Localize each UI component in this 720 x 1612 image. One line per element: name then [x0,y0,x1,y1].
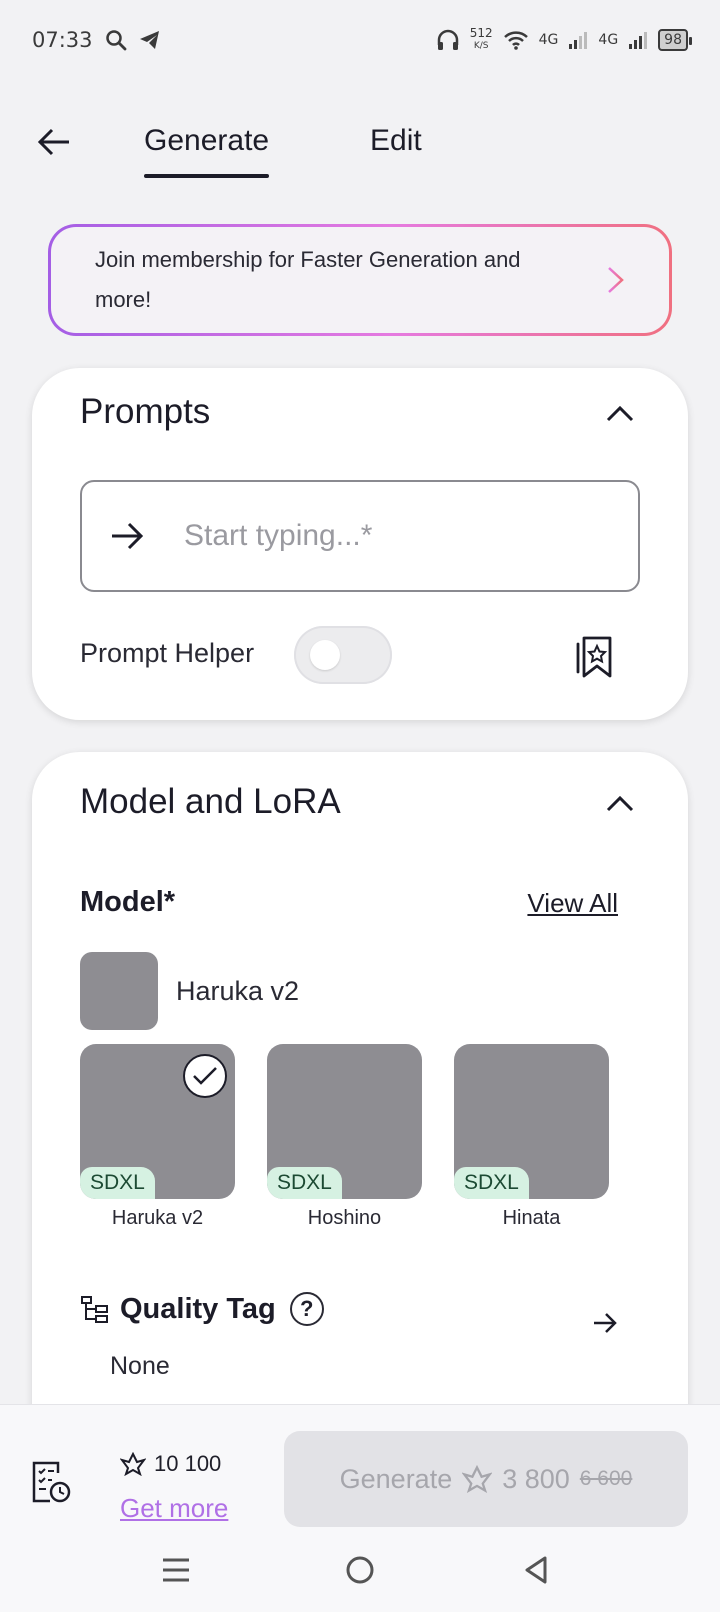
model-badge: SDXL [80,1167,155,1199]
bookmark-star-icon[interactable] [572,632,616,680]
back-nav-button[interactable] [514,1548,558,1592]
quality-tag-value: None [110,1352,170,1380]
credits-balance: 10 100 [120,1451,221,1477]
arrow-right-icon [112,522,144,550]
selected-model-name: Haruka v2 [176,975,300,1006]
menu-button[interactable] [154,1548,198,1592]
selected-model-thumbnail [80,952,158,1030]
top-nav: Generate Edit [0,110,720,180]
selected-model-row[interactable]: Haruka v2 [80,952,299,1030]
signal-icon [569,32,588,49]
model-lora-title: Model and LoRA [80,782,341,821]
view-all-link[interactable]: View All [527,888,618,919]
history-checklist-icon[interactable] [30,1459,72,1505]
help-icon[interactable]: ? [289,1292,324,1326]
membership-banner[interactable]: Join membership for Faster Generation an… [48,224,672,336]
search-icon [105,30,126,51]
model-thumbnail: SDXL [80,1044,235,1199]
model-name: Hoshino [307,1207,382,1229]
telegram-icon [139,31,159,49]
model-label: Model* [80,886,176,918]
generate-label: Generate [339,1463,453,1494]
chevron-up-icon[interactable] [602,786,638,822]
feather-credit-icon [462,1465,493,1493]
prompts-title: Prompts [80,392,211,431]
back-triangle-icon [525,1556,547,1584]
status-time: 07:33 [32,28,93,52]
arrow-left-icon [37,128,69,156]
back-button[interactable] [34,122,74,162]
check-icon [183,1054,227,1098]
chevron-up-icon[interactable] [602,396,638,432]
model-thumbnail: SDXL [267,1044,422,1199]
battery-indicator: 98 [658,29,692,51]
model-card-hoshino[interactable]: SDXL Hoshino [267,1044,422,1230]
feather-credit-icon [120,1452,146,1476]
prompts-card: Prompts Prompt Helper [32,368,688,720]
generate-cost: 3 800 [502,1463,570,1494]
status-bar: 07:33 512 K/S 4G 4G 98 [0,0,720,80]
signal-label-1: 4G [538,32,559,48]
credits-value: 10 100 [154,1451,222,1476]
prompt-input[interactable] [184,519,584,553]
quality-tag-label: Quality Tag [120,1292,276,1325]
home-button[interactable] [338,1548,382,1592]
model-name: Haruka v2 [111,1207,204,1229]
prompt-input-box[interactable] [80,480,640,592]
menu-icon [163,1558,189,1582]
model-grid: SDXL Haruka v2 SDXL Hoshino SDXL Hinata [80,1044,609,1230]
prompt-helper-toggle[interactable] [294,626,392,684]
model-lora-card: Model and LoRA Model* View All Haruka v2… [32,752,688,1432]
model-card-hinata[interactable]: SDXL Hinata [454,1044,609,1230]
tree-structure-icon [81,1296,108,1323]
model-badge: SDXL [267,1167,342,1199]
signal-icon [629,32,648,49]
signal-label-2: 4G [598,32,619,48]
membership-text: Join membership for Faster Generation an… [95,247,521,312]
headphones-icon [437,29,458,50]
model-thumbnail: SDXL [454,1044,609,1199]
model-card-haruka[interactable]: SDXL Haruka v2 [80,1044,235,1230]
net-speed: 512 K/S [469,26,493,52]
arrow-right-icon[interactable] [592,1312,618,1334]
tab-generate[interactable]: Generate [144,124,270,178]
home-circle-icon [346,1556,374,1584]
arrow-right-icon [591,267,624,293]
system-nav-bar [0,1540,720,1600]
quality-tag-row[interactable]: Quality Tag ? [80,1292,620,1326]
toggle-knob [310,640,340,670]
generate-old-cost: 6 600 [579,1467,633,1490]
wifi-icon [503,31,528,50]
prompt-helper-label: Prompt Helper [80,638,255,668]
get-more-link[interactable]: Get more [120,1493,228,1524]
tab-edit[interactable]: Edit [370,124,422,158]
model-name: Hinata [502,1207,561,1229]
model-badge: SDXL [454,1167,529,1199]
generate-button[interactable]: Generate 3 800 6 600 [284,1431,688,1527]
